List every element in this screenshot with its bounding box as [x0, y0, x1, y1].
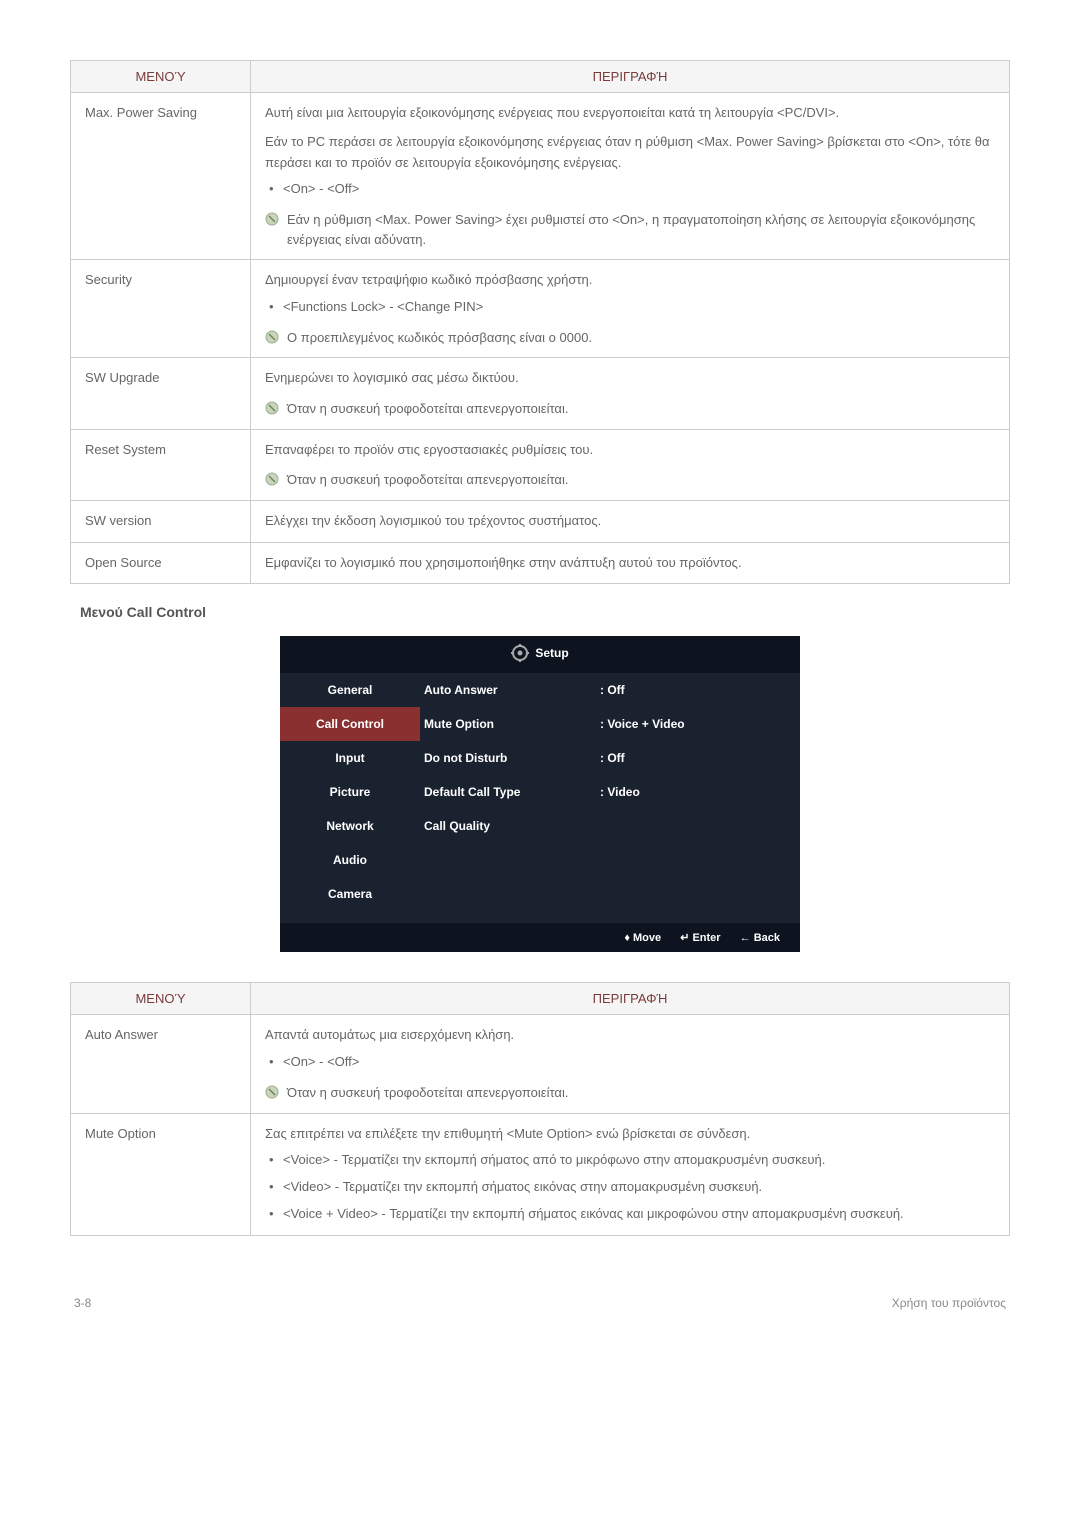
- col-desc: ΠΕΡΙΓΡΑΦΉ: [251, 61, 1010, 93]
- setting-value: : Voice + Video: [600, 717, 685, 731]
- hint-move: ♦ Move: [624, 932, 661, 944]
- menu-desc: Ενημερώνει το λογισμικό σας μέσω δικτύου…: [251, 358, 1010, 429]
- note-item: Όταν η συσκευή τροφοδοτείται απενεργοποι…: [265, 399, 995, 419]
- note-item: Όταν η συσκευή τροφοδοτείται απενεργοποι…: [265, 1083, 995, 1103]
- setting-value: : Video: [600, 785, 640, 799]
- note-text: Εάν η ρύθμιση <Max. Power Saving> έχει ρ…: [287, 212, 975, 247]
- menu-name: SW Upgrade: [71, 358, 251, 429]
- bullet-item: <On> - <Off>: [265, 179, 995, 200]
- table-row: SW Upgrade Ενημερώνει το λογισμικό σας μ…: [71, 358, 1010, 429]
- desc-text: Επαναφέρει το προϊόν στις εργοστασιακές …: [265, 440, 995, 461]
- menu-name: Max. Power Saving: [71, 93, 251, 260]
- note-text: Όταν η συσκευή τροφοδοτείται απενεργοποι…: [287, 1085, 568, 1100]
- bullet-item: <Voice + Video> - Τερματίζει την εκπομπή…: [265, 1204, 995, 1225]
- col-desc: ΠΕΡΙΓΡΑΦΉ: [251, 983, 1010, 1015]
- gear-icon: [511, 644, 529, 662]
- menu-desc: Επαναφέρει το προϊόν στις εργοστασιακές …: [251, 429, 1010, 500]
- desc-text: Ενημερώνει το λογισμικό σας μέσω δικτύου…: [265, 368, 995, 389]
- note-icon: [265, 1085, 279, 1099]
- note-text: Ο προεπιλεγμένος κωδικός πρόσβασης είναι…: [287, 330, 592, 345]
- nav-camera[interactable]: Camera: [280, 877, 420, 911]
- section-title: Μενού Call Control: [80, 604, 1010, 620]
- bullet-item: <Functions Lock> - <Change PIN>: [265, 297, 995, 318]
- note-item: Όταν η συσκευή τροφοδοτείται απενεργοποι…: [265, 470, 995, 490]
- setup-dialog: Setup General Call Control Input Picture…: [280, 636, 800, 952]
- setting-value: : Off: [600, 751, 625, 765]
- setting-label: Mute Option: [420, 717, 600, 731]
- setting-label: Auto Answer: [420, 683, 600, 697]
- bullet-item: <Video> - Τερματίζει την εκπομπή σήματος…: [265, 1177, 995, 1198]
- setup-title: Setup: [535, 646, 568, 660]
- setup-content: Auto Answer : Off Mute Option : Voice + …: [420, 673, 800, 923]
- setup-row[interactable]: Auto Answer : Off: [420, 673, 800, 707]
- nav-general[interactable]: General: [280, 673, 420, 707]
- setting-label: Default Call Type: [420, 785, 600, 799]
- col-menu: ΜΕΝΟΎ: [71, 983, 251, 1015]
- nav-input[interactable]: Input: [280, 741, 420, 775]
- menu-table-1: ΜΕΝΟΎ ΠΕΡΙΓΡΑΦΉ Max. Power Saving Αυτή ε…: [70, 60, 1010, 584]
- menu-desc: Αυτή είναι μια λειτουργία εξοικονόμησης …: [251, 93, 1010, 260]
- note-icon: [265, 212, 279, 226]
- menu-name: Auto Answer: [71, 1015, 251, 1113]
- setup-row[interactable]: Call Quality: [420, 809, 800, 843]
- nav-audio[interactable]: Audio: [280, 843, 420, 877]
- setup-row[interactable]: Do not Disturb : Off: [420, 741, 800, 775]
- setting-value: : Off: [600, 683, 625, 697]
- table-row: Reset System Επαναφέρει το προϊόν στις ε…: [71, 429, 1010, 500]
- setup-row[interactable]: Mute Option : Voice + Video: [420, 707, 800, 741]
- setup-footer: ♦ Move ↵ Enter ← Back: [280, 923, 800, 952]
- note-text: Όταν η συσκευή τροφοδοτείται απενεργοποι…: [287, 401, 568, 416]
- menu-name: Security: [71, 260, 251, 358]
- hint-back: ← Back: [740, 932, 780, 944]
- desc-text: Δημιουργεί έναν τετραψήφιο κωδικό πρόσβα…: [265, 270, 995, 291]
- table-row: Max. Power Saving Αυτή είναι μια λειτουρ…: [71, 93, 1010, 260]
- menu-table-2: ΜΕΝΟΎ ΠΕΡΙΓΡΑΦΉ Auto Answer Απαντά αυτομ…: [70, 982, 1010, 1235]
- desc-text: Εάν το PC περάσει σε λειτουργία εξοικονό…: [265, 132, 995, 174]
- menu-name: Reset System: [71, 429, 251, 500]
- page-footer: 3-8 Χρήση του προϊόντος: [70, 1296, 1010, 1310]
- note-icon: [265, 401, 279, 415]
- nav-network[interactable]: Network: [280, 809, 420, 843]
- table-row: Open Source Εμφανίζει το λογισμικό που χ…: [71, 542, 1010, 584]
- bullet-item: <On> - <Off>: [265, 1052, 995, 1073]
- setup-row[interactable]: Default Call Type : Video: [420, 775, 800, 809]
- setting-label: Call Quality: [420, 819, 600, 833]
- hint-enter: ↵ Enter: [680, 932, 720, 944]
- setup-nav: General Call Control Input Picture Netwo…: [280, 673, 420, 923]
- nav-picture[interactable]: Picture: [280, 775, 420, 809]
- note-icon: [265, 330, 279, 344]
- setting-label: Do not Disturb: [420, 751, 600, 765]
- table-row: Mute Option Σας επιτρέπει να επιλέξετε τ…: [71, 1113, 1010, 1235]
- setup-header: Setup: [280, 636, 800, 673]
- menu-name: Mute Option: [71, 1113, 251, 1235]
- desc-text: Σας επιτρέπει να επιλέξετε την επιθυμητή…: [265, 1124, 995, 1145]
- col-menu: ΜΕΝΟΎ: [71, 61, 251, 93]
- menu-desc: Σας επιτρέπει να επιλέξετε την επιθυμητή…: [251, 1113, 1010, 1235]
- menu-desc: Δημιουργεί έναν τετραψήφιο κωδικό πρόσβα…: [251, 260, 1010, 358]
- desc-text: Αυτή είναι μια λειτουργία εξοικονόμησης …: [265, 103, 995, 124]
- menu-name: Open Source: [71, 542, 251, 584]
- menu-desc: Ελέγχει την έκδοση λογισμικού του τρέχον…: [251, 500, 1010, 542]
- desc-text: Απαντά αυτομάτως μια εισερχόμενη κλήση.: [265, 1025, 995, 1046]
- note-item: Εάν η ρύθμιση <Max. Power Saving> έχει ρ…: [265, 210, 995, 249]
- menu-desc: Απαντά αυτομάτως μια εισερχόμενη κλήση. …: [251, 1015, 1010, 1113]
- table-row: Auto Answer Απαντά αυτομάτως μια εισερχό…: [71, 1015, 1010, 1113]
- footer-right: Χρήση του προϊόντος: [892, 1296, 1006, 1310]
- note-item: Ο προεπιλεγμένος κωδικός πρόσβασης είναι…: [265, 328, 995, 348]
- page-number: 3-8: [74, 1296, 91, 1310]
- table-row: SW version Ελέγχει την έκδοση λογισμικού…: [71, 500, 1010, 542]
- table-row: Security Δημιουργεί έναν τετραψήφιο κωδι…: [71, 260, 1010, 358]
- note-icon: [265, 472, 279, 486]
- menu-name: SW version: [71, 500, 251, 542]
- note-text: Όταν η συσκευή τροφοδοτείται απενεργοποι…: [287, 472, 568, 487]
- nav-call-control[interactable]: Call Control: [280, 707, 420, 741]
- menu-desc: Εμφανίζει το λογισμικό που χρησιμοποιήθη…: [251, 542, 1010, 584]
- bullet-item: <Voice> - Τερματίζει την εκπομπή σήματος…: [265, 1150, 995, 1171]
